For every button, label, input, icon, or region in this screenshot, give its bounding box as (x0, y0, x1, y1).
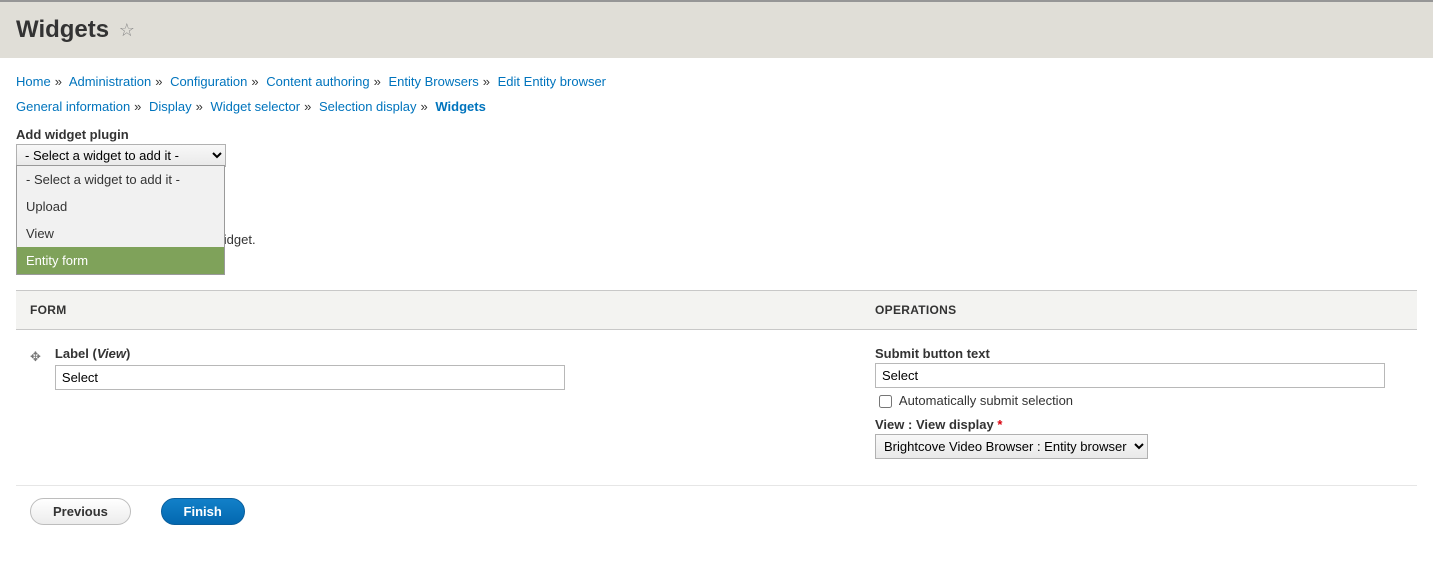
auto-submit-checkbox[interactable] (879, 395, 892, 408)
breadcrumb-link[interactable]: Entity Browsers (388, 74, 478, 89)
add-widget-label: Add widget plugin (16, 127, 1417, 142)
page-title: Widgets (16, 16, 109, 44)
form-actions: Previous Finish (16, 498, 1417, 525)
th-form: FORM (16, 291, 861, 329)
widget-label-input[interactable] (55, 365, 565, 390)
view-display-select[interactable]: Brightcove Video Browser : Entity browse… (875, 434, 1148, 459)
submit-text-input[interactable] (875, 363, 1385, 388)
drag-handle-icon[interactable]: ✥ (30, 349, 41, 365)
step-link[interactable]: General information (16, 99, 130, 114)
plugin-descriptions: field browser's widget. vide entity list… (16, 209, 1417, 269)
th-operations: OPERATIONS (861, 291, 1417, 329)
wizard-steps: General information» Display» Widget sel… (16, 95, 1417, 120)
auto-submit-label: Automatically submit selection (899, 393, 1073, 408)
plugin-description: vide entity listing in a browser's widge… (32, 230, 1417, 250)
breadcrumb-link[interactable]: Home (16, 74, 51, 89)
widget-label-heading: Label (View) (55, 346, 565, 361)
breadcrumb-link[interactable]: Content authoring (266, 74, 369, 89)
breadcrumb-link[interactable]: Administration (69, 74, 151, 89)
plugin-description: field browser's widget. (32, 209, 1417, 229)
dropdown-option[interactable]: Upload (17, 193, 224, 220)
previous-button[interactable]: Previous (30, 498, 131, 525)
table-header: FORM OPERATIONS (16, 290, 1417, 330)
breadcrumb-link[interactable]: Configuration (170, 74, 247, 89)
add-widget-select[interactable]: - Select a widget to add it - (16, 144, 226, 167)
step-link[interactable]: Display (149, 99, 192, 114)
add-widget-dropdown: - Select a widget to add it - Upload Vie… (16, 165, 225, 275)
plugin-description: ntity form widget. (32, 250, 1417, 270)
view-display-label: View : View display * (875, 417, 1403, 432)
finish-button[interactable]: Finish (161, 498, 245, 525)
dropdown-option[interactable]: View (17, 220, 224, 247)
step-current: Widgets (435, 99, 485, 114)
favorite-star-icon[interactable]: ☆ (119, 21, 135, 39)
submit-text-label: Submit button text (875, 346, 1403, 361)
step-link[interactable]: Widget selector (211, 99, 301, 114)
breadcrumb-link[interactable]: Edit Entity browser (498, 74, 606, 89)
table-row: ✥ Label (View) Submit button text Automa… (16, 330, 1417, 486)
dropdown-option[interactable]: Entity form (17, 247, 224, 274)
dropdown-option[interactable]: - Select a widget to add it - (17, 166, 224, 193)
breadcrumb: Home» Administration» Configuration» Con… (16, 70, 1417, 95)
step-link[interactable]: Selection display (319, 99, 417, 114)
